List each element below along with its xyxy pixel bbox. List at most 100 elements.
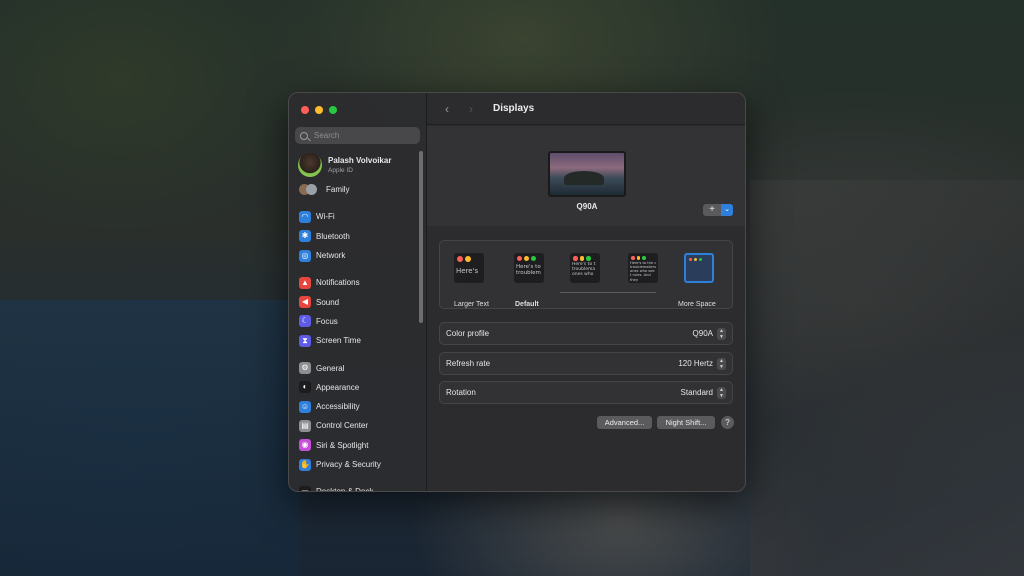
sidebar-item-label: Siri & Spotlight [316, 440, 369, 450]
setting-label: Color profile [446, 329, 490, 338]
family-icon [299, 183, 317, 196]
add-display-button[interactable]: + ⌄ [703, 204, 733, 216]
speaker-icon: ◀ [299, 296, 311, 309]
siri-icon: ◉ [299, 439, 311, 452]
setting-value-popup[interactable]: 120 Hertz ▲ ▼ [678, 357, 726, 370]
display-name: Q90A [576, 202, 598, 211]
hand-icon: ✋ [299, 458, 311, 471]
sidebar-item-label: Desktop & Dock [316, 487, 374, 492]
avatar [298, 153, 322, 177]
gear-icon: ⚙ [299, 362, 311, 375]
display-arrangement: Q90A + ⌄ [427, 126, 745, 226]
plus-icon: + [709, 204, 715, 215]
resolution-preview-text: Here's to the c troublemakers ones who s… [630, 261, 657, 282]
resolution-preview: Here's to t troublema ones who [570, 253, 600, 283]
sidebar-item-label: Wi-Fi [316, 212, 335, 222]
sidebar-item-network[interactable]: ◎ Network [289, 246, 426, 265]
system-settings-window: Search Palash Volvoikar Apple ID Family … [288, 92, 746, 492]
accessibility-icon: ☺ [299, 400, 311, 413]
resolution-option[interactable]: Here's Larger Text [452, 253, 489, 308]
chevron-down-icon: ⌄ [721, 204, 733, 216]
sidebar-item-label: Screen Time [316, 336, 361, 346]
sidebar-item-label: Appearance [316, 382, 360, 392]
resolution-preview [684, 253, 714, 283]
setting-value: 120 Hertz [678, 359, 713, 368]
sidebar-item-control-center[interactable]: ▤ Control Center [289, 416, 426, 435]
sidebar-item-notifications[interactable]: ▲ Notifications [289, 273, 426, 292]
sidebar-item-general[interactable]: ⚙ General [289, 358, 426, 377]
sidebar-item-appearance[interactable]: ◐ Appearance [289, 378, 426, 397]
sidebar-item-label: Notifications [316, 278, 360, 288]
back-button[interactable]: ‹ [439, 102, 455, 116]
resolution-option-label: Default [515, 301, 539, 308]
resolution-option-label: More Space [678, 301, 716, 308]
sidebar-item-siri-spotlight[interactable]: ◉ Siri & Spotlight [289, 436, 426, 455]
close-button[interactable] [301, 106, 309, 114]
sidebar-item-bluetooth[interactable]: ✱ Bluetooth [289, 227, 426, 246]
sidebar-item-wi-fi[interactable]: ◠ Wi-Fi [289, 207, 426, 226]
resolution-option[interactable]: Here's to t troublema ones who [568, 253, 602, 285]
sidebar: Search Palash Volvoikar Apple ID Family … [289, 93, 427, 491]
apple-id-account[interactable]: Palash Volvoikar Apple ID [298, 152, 426, 178]
setting-value-popup[interactable]: Standard ▲ ▼ [680, 386, 726, 399]
globe-icon: ◎ [299, 249, 311, 262]
setting-value-popup[interactable]: Q90A ▲ ▼ [693, 327, 726, 340]
resolution-option[interactable]: More Space [678, 253, 716, 308]
dock-icon: ▭ [299, 485, 311, 491]
bell-icon: ▲ [299, 276, 311, 289]
setting-row-color-profile[interactable]: Color profile Q90A ▲ ▼ [439, 322, 733, 345]
sidebar-item-label: Control Center [316, 421, 369, 431]
sidebar-item-focus[interactable]: ☾ Focus [289, 312, 426, 331]
updown-chevron-icon: ▲ ▼ [717, 357, 726, 370]
updown-chevron-icon: ▲ ▼ [717, 327, 726, 340]
setting-value: Standard [680, 388, 713, 397]
account-name: Palash Volvoikar [328, 155, 392, 165]
toolbar: ‹ › Displays [427, 93, 745, 125]
sidebar-item-screen-time[interactable]: ⧗ Screen Time [289, 331, 426, 350]
page-title: Displays [493, 103, 535, 114]
resolution-option[interactable]: Here's to the c troublemakers ones who s… [626, 253, 660, 285]
sidebar-item-label: General [316, 363, 345, 373]
sidebar-item-label: Family [326, 185, 350, 195]
sidebar-item-label: Privacy & Security [316, 460, 381, 469]
wallpaper-rocks [750, 180, 1024, 576]
search-placeholder: Search [314, 131, 340, 140]
bluetooth-icon: ✱ [299, 230, 311, 243]
display-thumbnail[interactable] [548, 151, 626, 197]
setting-row-refresh-rate[interactable]: Refresh rate 120 Hertz ▲ ▼ [439, 352, 733, 375]
sidebar-scrollbar[interactable] [419, 151, 423, 323]
help-button[interactable]: ? [721, 416, 734, 429]
resolution-preview: Here's to troublem [514, 253, 544, 283]
wifi-icon: ◠ [299, 210, 311, 223]
window-controls [289, 103, 426, 117]
sidebar-item-desktop-dock[interactable]: ▭ Desktop & Dock [289, 482, 426, 492]
advanced-button[interactable]: Advanced... [597, 416, 652, 429]
resolution-preview-text: Here's [456, 267, 479, 275]
setting-row-rotation[interactable]: Rotation Standard ▲ ▼ [439, 381, 733, 404]
sidebar-item-family[interactable]: Family [289, 180, 426, 199]
resolution-option-label: Larger Text [454, 301, 489, 308]
forward-button[interactable]: › [463, 102, 479, 116]
sidebar-item-privacy-security[interactable]: ✋ Privacy & Security [289, 455, 426, 474]
resolution-picker: Here's Larger Text Here's to troublem Defau… [439, 240, 733, 309]
sidebar-item-sound[interactable]: ◀ Sound [289, 292, 426, 311]
resolution-option[interactable]: Here's to troublem Default [512, 253, 546, 308]
night-shift-button[interactable]: Night Shift... [657, 416, 715, 429]
resolution-track [560, 292, 656, 293]
search-icon [300, 131, 308, 140]
sidebar-item-label: Sound [316, 297, 340, 307]
sidebar-item-label: Network [316, 251, 346, 261]
sidebar-item-label: Focus [316, 316, 338, 326]
search-field[interactable]: Search [295, 127, 420, 144]
updown-chevron-icon: ▲ ▼ [717, 386, 726, 399]
minimize-button[interactable] [315, 106, 323, 114]
setting-label: Rotation [446, 388, 476, 397]
sidebar-item-accessibility[interactable]: ☺ Accessibility [289, 397, 426, 416]
main-pane: ‹ › Displays Q90A + ⌄ Here's Larger Text H… [427, 93, 745, 491]
hourglass-icon: ⧗ [299, 334, 311, 347]
moon-icon: ☾ [299, 315, 311, 328]
zoom-button[interactable] [329, 106, 337, 114]
